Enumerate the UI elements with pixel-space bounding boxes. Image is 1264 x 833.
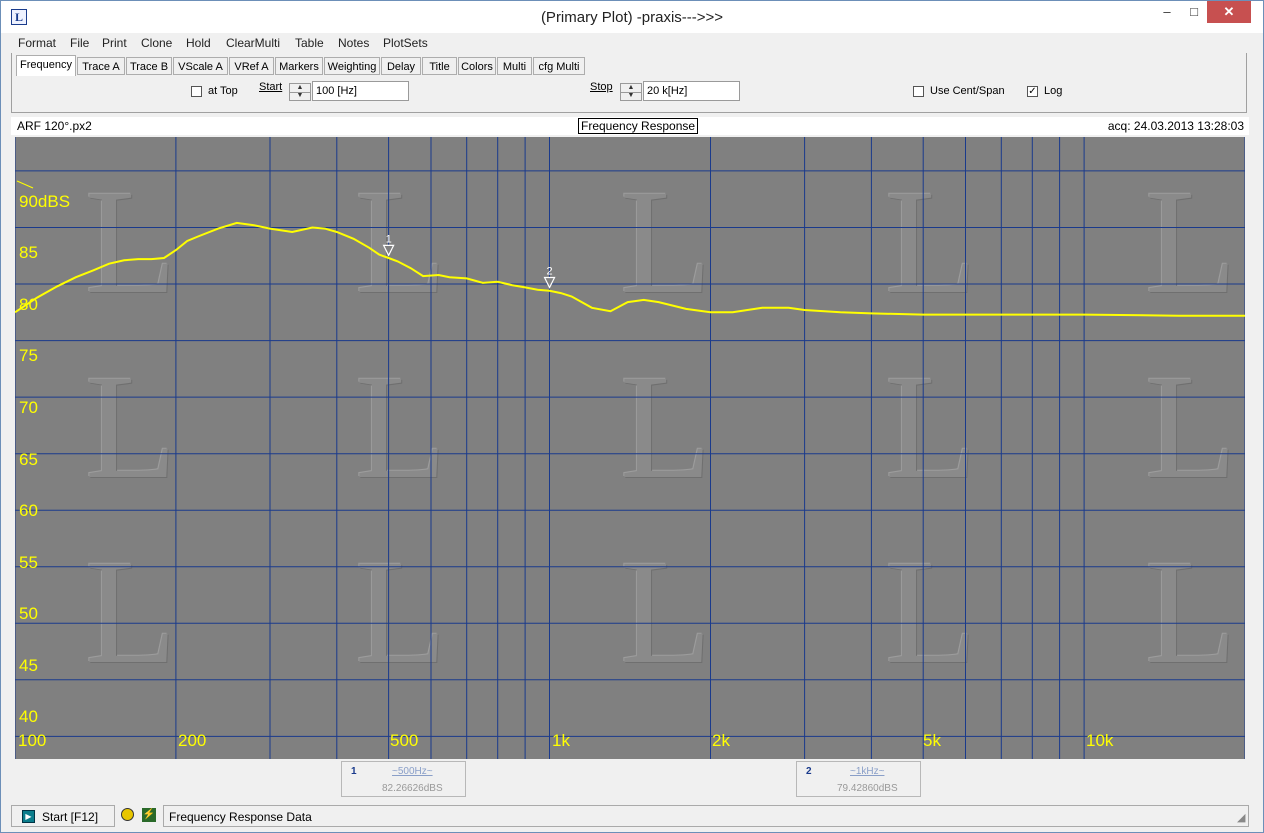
x-tick-label: 100	[18, 731, 47, 750]
menu-bar: Format File Print Clone Hold ClearMulti …	[11, 33, 1249, 53]
maximize-button[interactable]: □	[1181, 1, 1207, 23]
y-tick-label: 65	[19, 450, 38, 469]
y-tick-label: 40	[19, 707, 38, 726]
menu-print[interactable]: Print	[102, 36, 127, 50]
x-tick-label: 1k	[552, 731, 570, 750]
close-button[interactable]: ✕	[1207, 1, 1251, 23]
menu-notes[interactable]: Notes	[338, 36, 369, 50]
marker-triangle-icon	[382, 244, 395, 257]
y-tick-label: 45	[19, 656, 38, 675]
use-cent-span-label: Use Cent/Span	[930, 85, 1005, 97]
tab-trace-b[interactable]: Trace B	[126, 57, 172, 75]
window-title: (Primary Plot) -praxis--->>>	[540, 9, 724, 26]
menu-plotsets[interactable]: PlotSets	[383, 36, 428, 50]
y-tick-label: 90dBS	[19, 192, 71, 211]
play-icon: ▶	[22, 810, 35, 823]
spin-down-icon[interactable]: ▼	[621, 92, 641, 100]
marker-index: 1	[351, 766, 357, 777]
status-message: Frequency Response Data	[169, 810, 312, 824]
chart-canvas: 12	[15, 137, 1245, 759]
tab-markers[interactable]: Markers	[275, 57, 323, 75]
y-tick-label: 55	[19, 553, 38, 572]
marker-index: 2	[806, 766, 812, 777]
x-tick-label: 2k	[712, 731, 730, 750]
tab-weighting[interactable]: Weighting	[324, 57, 380, 75]
tab-colors[interactable]: Colors	[458, 57, 496, 75]
log-label: Log	[1044, 85, 1063, 97]
trace-a-line[interactable]	[15, 221, 1245, 317]
file-name: ARF 120°.px2	[17, 119, 92, 133]
marker-2-readout[interactable]: 2 ~1kHz~ 79.42860dBS	[796, 761, 921, 797]
x-tick-label: 500	[390, 731, 419, 750]
app-window: L (Primary Plot) -praxis--->>> – □ ✕ For…	[0, 0, 1264, 833]
start-frequency-input[interactable]: 100 [Hz]	[312, 81, 409, 101]
resize-grip-icon[interactable]: ◢	[1237, 811, 1245, 824]
stop-spinner[interactable]: ▲ ▼	[620, 83, 642, 101]
signal-icon[interactable]: ⚡	[142, 808, 156, 822]
y-tick-label: 85	[19, 243, 38, 262]
use-cent-span-checkbox[interactable]	[913, 86, 924, 97]
plot-title[interactable]: Frequency Response	[578, 118, 699, 134]
x-tick-label: 200	[178, 731, 207, 750]
title-bar: L (Primary Plot) -praxis--->>> – □ ✕	[1, 1, 1263, 33]
tab-vscale-a[interactable]: VScale A	[173, 57, 228, 75]
status-message-panel: Frequency Response Data	[163, 805, 1249, 827]
tab-multi[interactable]: Multi	[497, 57, 532, 75]
y-tick-label: 60	[19, 501, 38, 520]
log-checkbox[interactable]: ✓	[1027, 86, 1038, 97]
marker-frequency[interactable]: ~1kHz~	[850, 766, 884, 777]
tab-vref-a[interactable]: VRef A	[229, 57, 274, 75]
x-tick-label: 5k	[923, 731, 941, 750]
start-button-label: Start [F12]	[42, 810, 99, 824]
at-top-label: at Top	[208, 85, 238, 97]
checkmark-icon: ✓	[1028, 86, 1037, 97]
y-tick-label: 70	[19, 398, 38, 417]
status-bar: ▶ Start [F12] ⚡ Frequency Response Data …	[11, 805, 1251, 829]
tab-trace-a[interactable]: Trace A	[77, 57, 125, 75]
start-spinner[interactable]: ▲ ▼	[289, 83, 311, 101]
menu-format[interactable]: Format	[18, 36, 56, 50]
tab-cfg-multi[interactable]: cfg Multi	[533, 57, 585, 75]
start-button[interactable]: ▶ Start [F12]	[11, 805, 115, 827]
reference-level-marker-icon	[16, 180, 34, 189]
spin-down-icon[interactable]: ▼	[290, 92, 310, 100]
minimize-button[interactable]: –	[1154, 1, 1180, 23]
marker-1: 1	[382, 233, 395, 257]
meter-icon[interactable]	[121, 808, 134, 821]
menu-clearmulti[interactable]: ClearMulti	[226, 36, 280, 50]
y-tick-label: 80	[19, 295, 38, 314]
menu-table[interactable]: Table	[295, 36, 324, 50]
at-top-checkbox[interactable]	[191, 86, 202, 97]
start-label: Start	[259, 81, 283, 93]
marker-value: 79.42860dBS	[837, 783, 898, 794]
tab-title[interactable]: Title	[422, 57, 457, 75]
stop-label: Stop	[590, 81, 613, 93]
marker-label: 1	[386, 233, 392, 245]
y-tick-label: 75	[19, 346, 38, 365]
marker-1-readout[interactable]: 1 ~500Hz~ 82.26626dBS	[341, 761, 466, 797]
x-tick-label: 10k	[1086, 731, 1114, 750]
tab-frequency[interactable]: Frequency	[16, 55, 76, 76]
plot-info-bar: ARF 120°.px2 Frequency Response acq: 24.…	[11, 117, 1249, 135]
marker-triangle-icon	[543, 276, 556, 289]
acquisition-timestamp: acq: 24.03.2013 13:28:03	[1107, 119, 1244, 133]
frequency-response-plot[interactable]: LLLLLLLLLLLLLLL 12 90dBS 85 80 75 70 65 …	[15, 137, 1245, 759]
marker-label: 2	[546, 265, 552, 277]
stop-frequency-input[interactable]: 20 k[Hz]	[643, 81, 740, 101]
marker-frequency[interactable]: ~500Hz~	[392, 766, 433, 777]
menu-clone[interactable]: Clone	[141, 36, 172, 50]
menu-hold[interactable]: Hold	[186, 36, 211, 50]
settings-panel: Frequency Trace A Trace B VScale A VRef …	[11, 53, 1247, 113]
marker-value: 82.26626dBS	[382, 783, 443, 794]
y-tick-label: 50	[19, 604, 38, 623]
menu-file[interactable]: File	[70, 36, 89, 50]
tab-delay[interactable]: Delay	[381, 57, 421, 75]
